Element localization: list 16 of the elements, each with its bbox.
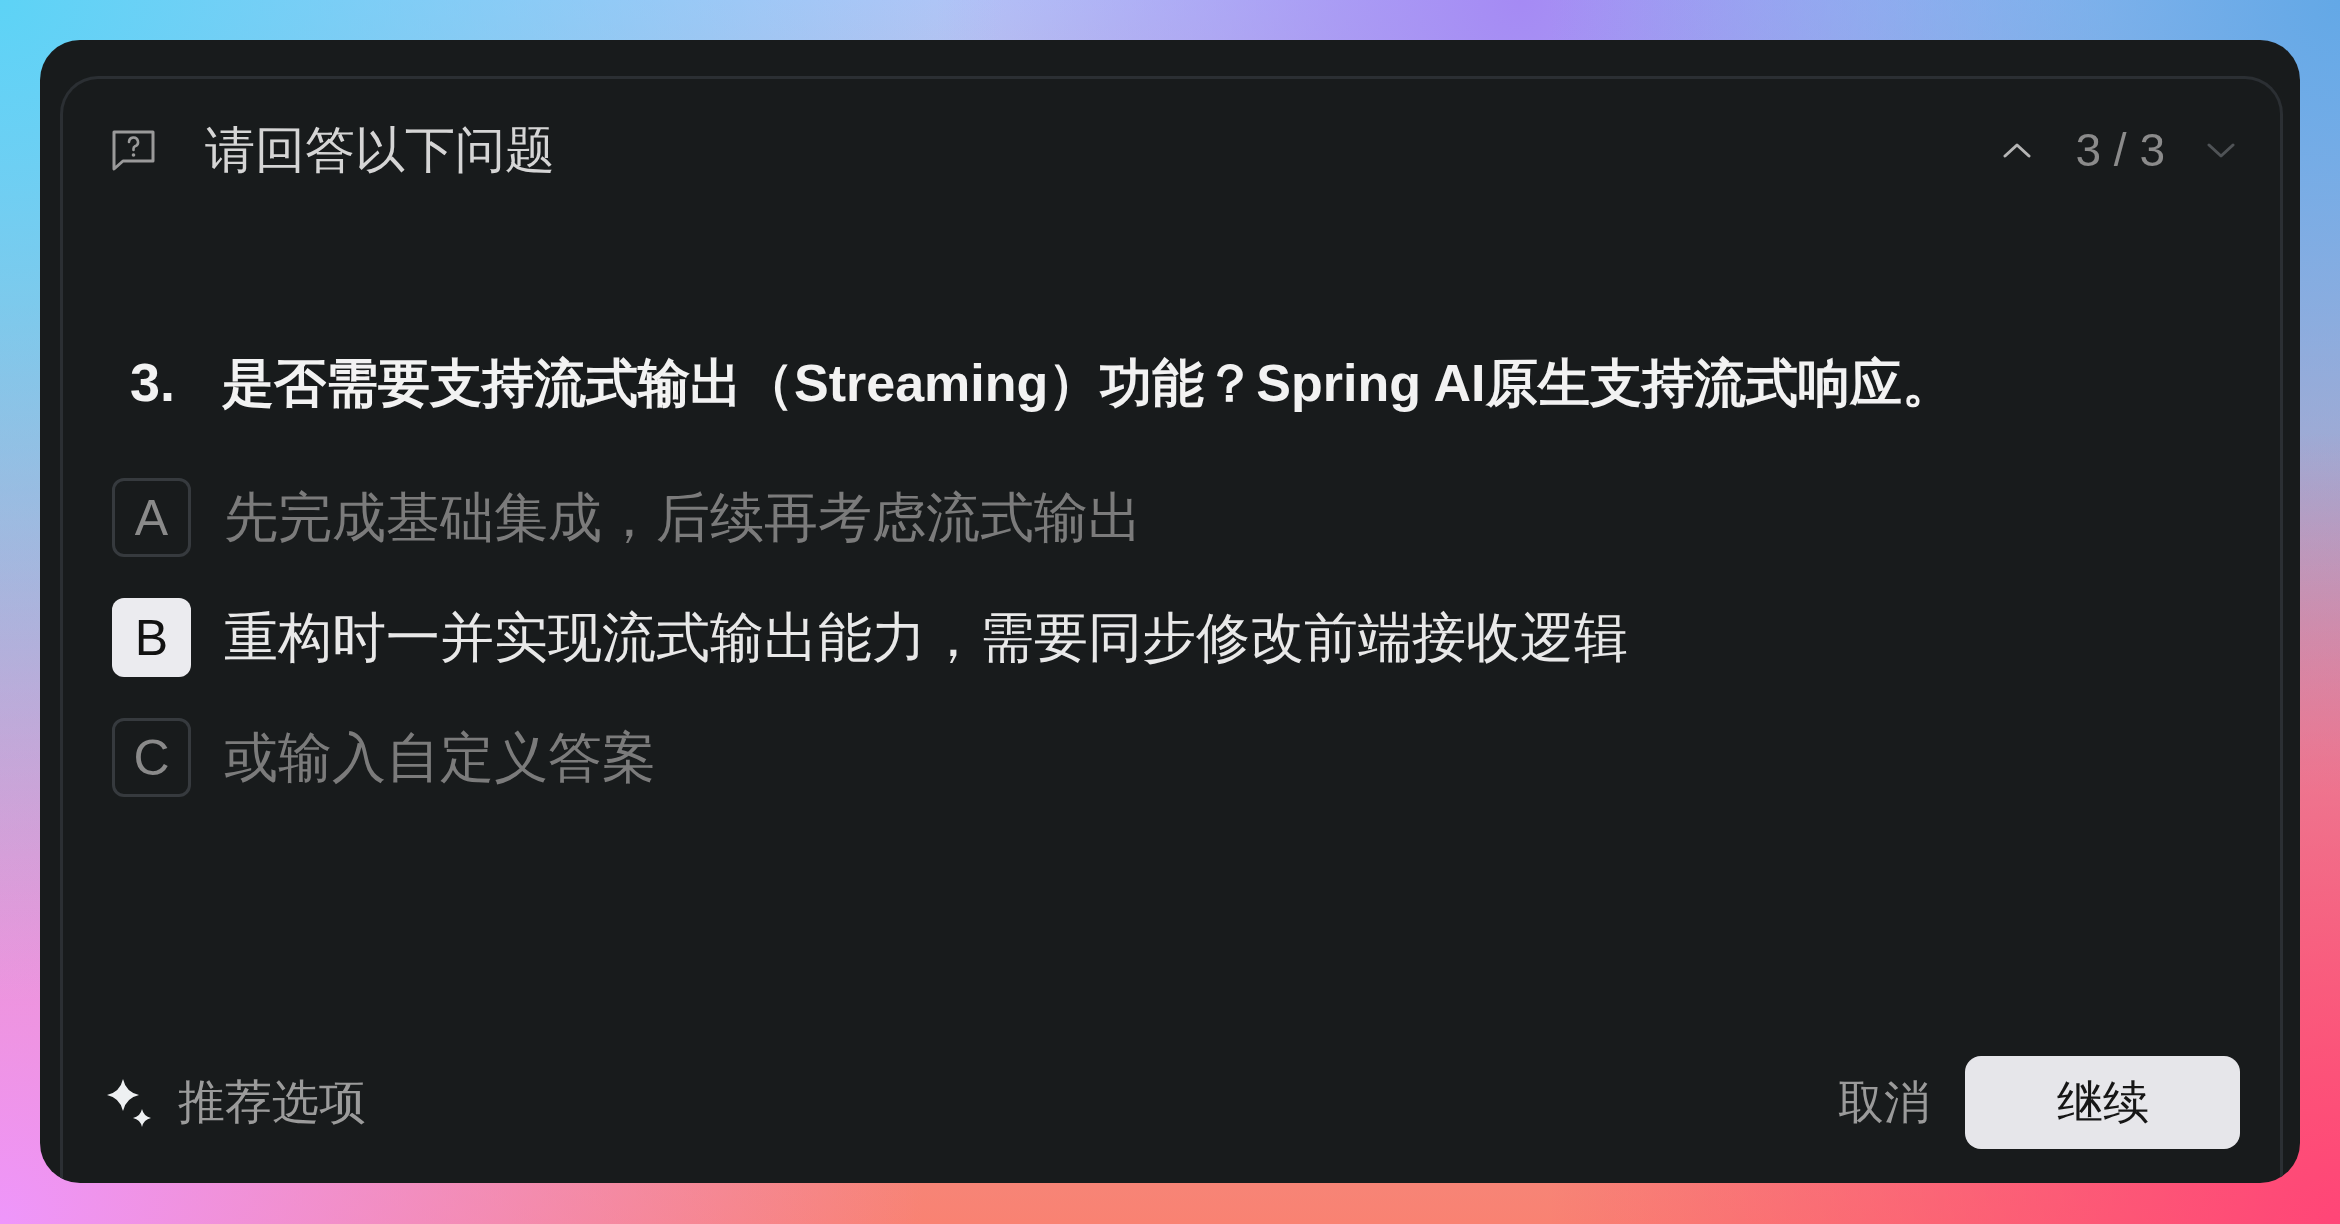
answer-option[interactable]: A 先完成基础集成，后续再考虑流式输出 xyxy=(112,478,1142,557)
answer-option[interactable]: C 或输入自定义答案 xyxy=(112,718,656,797)
question-bubble-icon xyxy=(112,129,155,171)
page-counter: 3 / 3 xyxy=(2075,123,2165,178)
sparkle-icon xyxy=(107,1078,151,1127)
chevron-up-icon[interactable] xyxy=(2003,141,2032,159)
question-number: 3. xyxy=(130,351,176,414)
dialog-title: 请回答以下问题 xyxy=(205,121,555,180)
continue-button[interactable]: 继续 xyxy=(1965,1056,2240,1149)
option-letter-key: C xyxy=(112,718,191,797)
question-text: 是否需要支持流式输出（Streaming）功能？Spring AI原生支持流式响应。 xyxy=(222,353,1954,414)
cancel-button[interactable]: 取消 xyxy=(1838,1056,1930,1149)
option-letter-key: A xyxy=(112,478,191,557)
answer-option[interactable]: B 重构时一并实现流式输出能力，需要同步修改前端接收逻辑 xyxy=(112,598,1628,677)
recommend-button[interactable]: 推荐选项 xyxy=(107,1067,366,1138)
option-letter-key: B xyxy=(112,598,191,677)
